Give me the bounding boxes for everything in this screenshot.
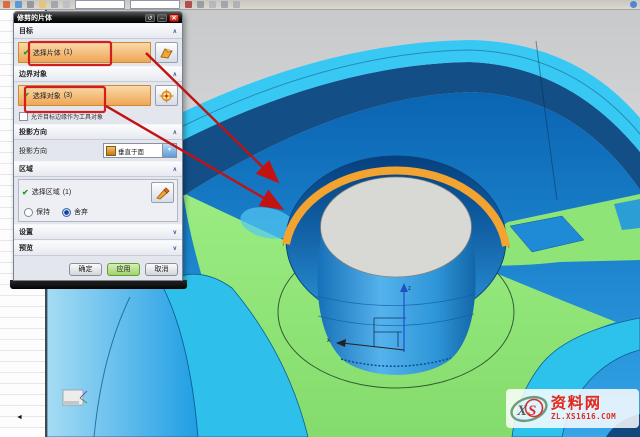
select-object-count: (3) (64, 92, 73, 99)
chevron-up-icon[interactable]: ∧ (173, 166, 177, 173)
dropdown-arrow-icon[interactable]: ▼ (162, 144, 176, 157)
select-region-button[interactable] (151, 182, 174, 203)
radio-unselected-icon[interactable] (24, 208, 33, 217)
projection-direction-label: 投影方向 (19, 146, 47, 156)
dialog-titlebar[interactable]: 修剪的片体 ↺ – ✕ (14, 12, 182, 23)
select-region-count: (1) (63, 189, 72, 196)
projection-direction-select[interactable]: 垂直于面 ▼ (103, 143, 177, 158)
sheet-body-button[interactable] (155, 42, 178, 63)
section-projection-label: 投影方向 (19, 127, 47, 137)
check-icon: ✔ (22, 188, 29, 197)
dialog-bottom-bar (10, 280, 187, 289)
chevron-down-icon[interactable]: ∨ (173, 229, 177, 236)
toolbar-icon[interactable] (209, 1, 216, 8)
keep-option[interactable]: 保持 (24, 207, 50, 217)
chevron-up-icon[interactable]: ∧ (173, 71, 177, 78)
select-sheet-count: (1) (64, 49, 73, 56)
toolbar-icon[interactable] (185, 1, 192, 8)
cylinder-top-face[interactable] (321, 177, 472, 277)
region-group: ✔ 选择区域 (1) 保持 舍弃 (18, 179, 178, 222)
z-axis-label: z (408, 286, 411, 292)
apply-button[interactable]: 应用 (107, 263, 140, 276)
toolbar-icon[interactable] (3, 1, 10, 8)
pencil-region-icon (155, 186, 170, 200)
toolbar-icon[interactable] (233, 1, 240, 8)
select-object-field[interactable]: ✔ 选择对象 (3) (18, 85, 151, 106)
select-sheet-label: 选择片体 (33, 48, 61, 58)
select-region-label: 选择区域 (32, 187, 60, 197)
dialog-title: 修剪的片体 (17, 13, 143, 23)
toolbar-icon[interactable] (27, 1, 34, 8)
section-boundary[interactable]: 边界对象 ∧ (14, 66, 182, 82)
toolbar-icon[interactable] (197, 1, 204, 8)
allow-target-edge-row[interactable]: 允许目标边缘作为工具对象 (14, 109, 182, 124)
select-object-label: 选择对象 (33, 91, 61, 101)
chevron-up-icon[interactable]: ∧ (173, 28, 177, 35)
dialog-close-button[interactable]: ✕ (169, 14, 179, 22)
discard-label: 舍弃 (74, 207, 88, 217)
section-settings[interactable]: 设置 ∨ (14, 224, 182, 240)
crosshair-target-icon (159, 89, 174, 103)
checkbox-unchecked-icon[interactable] (19, 112, 28, 121)
projection-direction-row: 投影方向 垂直于面 ▼ (14, 140, 182, 161)
trim-sheet-dialog: 修剪的片体 ↺ – ✕ 目标 ∧ ✔ 选择片体 (1) 边界对象 ∧ (13, 11, 183, 281)
toolbar-icon[interactable] (51, 1, 58, 8)
section-region[interactable]: 区域 ∧ (14, 161, 182, 177)
select-sheet-field[interactable]: ✔ 选择片体 (1) (18, 42, 151, 63)
section-projection[interactable]: 投影方向 ∧ (14, 124, 182, 140)
panel-scroll-arrow[interactable]: ◄ (16, 414, 23, 421)
allow-target-edge-label: 允许目标边缘作为工具对象 (31, 112, 103, 121)
top-toolbar (0, 0, 640, 10)
application-window: ◄ (0, 0, 640, 437)
region-options: 保持 舍弃 (22, 203, 174, 219)
dialog-minimize-button[interactable]: – (157, 14, 167, 22)
keep-label: 保持 (36, 207, 50, 217)
check-icon: ✔ (23, 91, 30, 100)
toolbar-icon[interactable] (39, 1, 46, 8)
section-settings-label: 设置 (19, 227, 33, 237)
section-preview[interactable]: 预览 ∨ (14, 240, 182, 256)
ok-button[interactable]: 确定 (69, 263, 102, 276)
select-sheet-row: ✔ 选择片体 (1) (14, 39, 182, 66)
toolbar-selection-filter[interactable] (75, 0, 125, 9)
select-region-field[interactable]: ✔ 选择区域 (1) (22, 182, 71, 197)
section-target-label: 目标 (19, 26, 33, 36)
radio-selected-icon[interactable] (62, 208, 71, 217)
watermark-logo: X S (509, 394, 549, 424)
discard-option[interactable]: 舍弃 (62, 207, 88, 217)
watermark: X S 资料网 ZL.XS1616.COM (506, 389, 639, 428)
toolbar-icon[interactable] (15, 1, 22, 8)
toolbar-icon[interactable] (221, 1, 228, 8)
toolbar-scope-filter[interactable] (130, 0, 180, 9)
watermark-site-name: 资料网 (551, 396, 616, 411)
watermark-site-url: ZL.XS1616.COM (551, 413, 616, 421)
chevron-up-icon[interactable]: ∧ (173, 129, 177, 136)
select-object-button[interactable] (155, 85, 178, 106)
toolbar-icon[interactable] (63, 1, 70, 8)
section-boundary-label: 边界对象 (19, 69, 47, 79)
section-target[interactable]: 目标 ∧ (14, 23, 182, 39)
check-icon: ✔ (23, 48, 30, 57)
chevron-down-icon[interactable]: ∨ (173, 245, 177, 252)
projection-direction-value: 垂直于面 (118, 146, 144, 156)
perpendicular-to-face-icon (106, 146, 116, 156)
toolbar-help-icon[interactable] (630, 1, 637, 8)
svg-text:S: S (528, 403, 536, 419)
section-preview-label: 预览 (19, 243, 33, 253)
x-axis-label: x (327, 338, 330, 344)
section-region-label: 区域 (19, 164, 33, 174)
dialog-reset-button[interactable]: ↺ (145, 14, 155, 22)
sheet-body-icon (159, 46, 174, 60)
dialog-footer: 确定 应用 取消 (14, 260, 182, 280)
select-object-row: ✔ 选择对象 (3) (14, 82, 182, 109)
svg-text:X: X (516, 403, 528, 419)
cancel-button[interactable]: 取消 (145, 263, 178, 276)
